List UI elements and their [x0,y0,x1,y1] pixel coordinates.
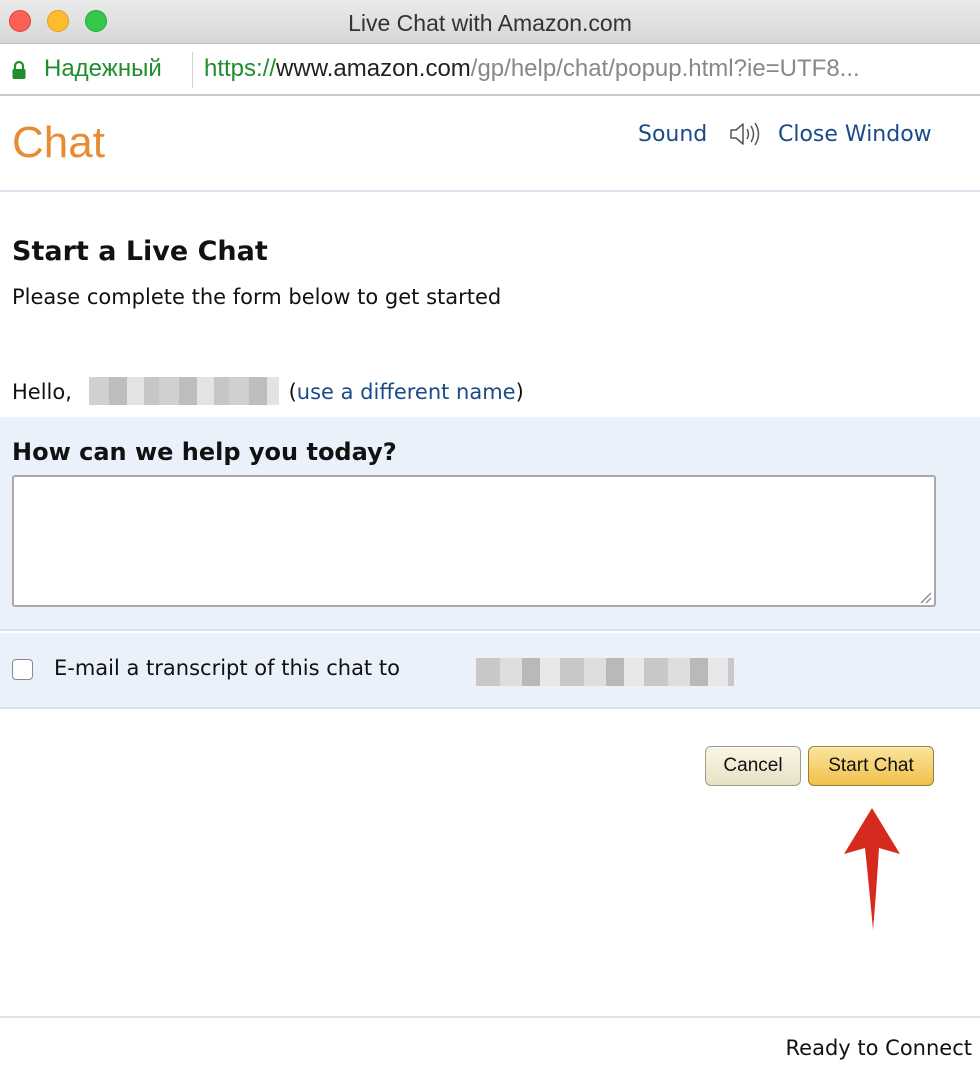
greeting-line: Hello, (use a different name) [12,377,524,409]
page-title: Chat [12,118,105,167]
footer-divider [0,1016,980,1018]
cancel-button[interactable]: Cancel [705,746,801,786]
url-host: www.amazon.com [276,55,471,82]
start-chat-button[interactable]: Start Chat [808,746,934,786]
address-divider [192,52,193,88]
help-question-label: How can we help you today? [12,438,397,466]
hello-label: Hello, [12,380,72,404]
address-bar[interactable]: Надежный https://www.amazon.com/gp/help/… [0,44,980,96]
section-subheading: Please complete the form below to get st… [12,285,502,309]
url-path: /gp/help/chat/popup.html?ie=UTF8... [470,55,860,82]
sound-link[interactable]: Sound [638,122,707,147]
use-different-name-link[interactable]: use a different name [297,380,516,404]
close-window-link[interactable]: Close Window [778,122,932,147]
redacted-name [88,377,279,405]
paren-close: ) [515,380,524,404]
resize-grip-icon[interactable] [918,590,932,604]
window-title: Live Chat with Amazon.com [348,10,632,36]
redacted-email [476,658,734,686]
window-titlebar: Live Chat with Amazon.com [0,0,980,44]
secure-label[interactable]: Надежный [44,55,162,83]
help-message-input[interactable] [12,475,936,607]
speaker-icon[interactable] [728,120,762,148]
paren-open: ( [288,380,297,404]
url-text[interactable]: https://www.amazon.com/gp/help/chat/popu… [204,55,974,83]
email-transcript-label[interactable]: E-mail a transcript of this chat to [54,656,400,680]
url-scheme: https:// [204,55,277,82]
header-divider [0,190,980,192]
email-transcript-checkbox[interactable] [12,659,33,680]
connection-status: Ready to Connect [785,1036,972,1060]
red-arrow-annotation [844,808,900,930]
section-heading: Start a Live Chat [12,236,268,267]
lock-icon [12,60,26,79]
